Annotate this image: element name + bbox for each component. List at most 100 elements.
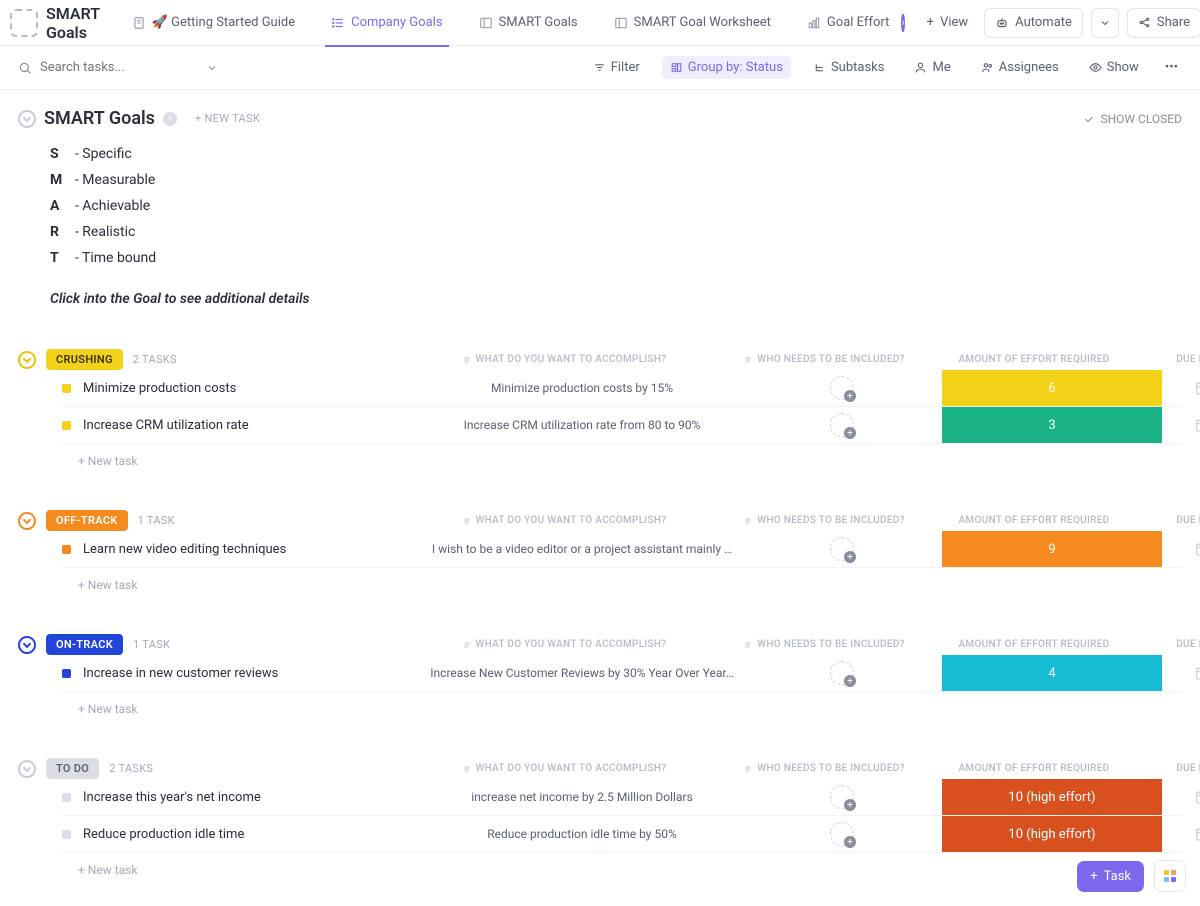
subtasks-icon	[813, 61, 826, 74]
col-due[interactable]: DUE DATE	[1144, 354, 1200, 365]
task-count: 2 TASKS	[109, 762, 153, 775]
status-badge[interactable]: ON-TRACK	[46, 634, 123, 655]
user-icon	[914, 61, 927, 74]
effort-cell[interactable]: 10 (high effort)	[942, 816, 1162, 852]
info-icon[interactable]: i	[163, 112, 177, 126]
status-square-icon	[62, 384, 71, 393]
groupby-chip[interactable]: Group by: Status	[662, 56, 791, 79]
new-task-row[interactable]: + New task	[44, 444, 1182, 468]
task-row[interactable]: Minimize production costs Minimize produ…	[62, 370, 1182, 407]
tab-smart-goals[interactable]: SMART Goals	[465, 0, 592, 46]
task-name: Reduce production idle time	[83, 827, 244, 842]
col-due[interactable]: DUE DATE	[1144, 515, 1200, 526]
apps-button[interactable]	[1154, 860, 1186, 892]
more-menu[interactable]: •••	[1161, 56, 1182, 79]
effort-cell[interactable]: 4	[942, 655, 1162, 691]
list-title[interactable]: SMART Goals	[44, 108, 155, 129]
due-date-cell[interactable]	[1162, 826, 1200, 842]
assignee-add[interactable]	[830, 822, 854, 846]
new-task-fab[interactable]: + Task	[1077, 861, 1144, 892]
list-icon	[331, 16, 345, 30]
task-row[interactable]: Learn new video editing techniques I wis…	[62, 531, 1182, 568]
due-date-cell[interactable]	[1162, 665, 1200, 681]
new-task-row[interactable]: + New task	[44, 692, 1182, 716]
task-row[interactable]: Increase CRM utilization rate Increase C…	[62, 407, 1182, 444]
show-chip[interactable]: Show	[1081, 56, 1147, 79]
search-box[interactable]	[18, 60, 218, 75]
tab-company-goals[interactable]: Company Goals	[317, 0, 456, 46]
due-date-cell[interactable]	[1162, 541, 1200, 557]
newtask-header[interactable]: + NEW TASK	[195, 112, 260, 125]
board-icon	[614, 16, 628, 30]
eye-icon	[1089, 61, 1102, 74]
chevron-down-icon[interactable]	[206, 62, 218, 74]
effort-cell[interactable]: 10 (high effort)	[942, 779, 1162, 815]
col-effort[interactable]: AMOUNT OF EFFORT REQUIRED	[924, 763, 1144, 774]
task-count: 2 TASKS	[133, 353, 177, 366]
col-accomplish[interactable]: WHAT DO YOU WANT TO ACCOMPLISH?	[404, 354, 724, 365]
due-date-cell[interactable]	[1162, 789, 1200, 805]
tab-goal-worksheet[interactable]: SMART Goal Worksheet	[600, 0, 785, 46]
task-accomplish: Increase CRM utilization rate from 80 to…	[422, 418, 742, 432]
col-due[interactable]: DUE DATE	[1144, 763, 1200, 774]
task-row[interactable]: Reduce production idle time Reduce produ…	[62, 816, 1182, 853]
plus-icon: +	[927, 15, 934, 30]
collapse-list-icon[interactable]	[18, 110, 36, 128]
assignee-add[interactable]	[830, 413, 854, 437]
collapse-group-icon[interactable]	[18, 760, 36, 778]
task-row[interactable]: Increase in new customer reviews Increas…	[62, 655, 1182, 692]
collapse-group-icon[interactable]	[18, 351, 36, 369]
new-task-row[interactable]: + New task	[44, 568, 1182, 592]
doc-icon	[132, 16, 146, 30]
col-effort[interactable]: AMOUNT OF EFFORT REQUIRED	[924, 515, 1144, 526]
workspace-icon[interactable]	[10, 9, 38, 37]
add-view[interactable]: + View	[913, 0, 983, 46]
tab-getting-started[interactable]: 🚀 Getting Started Guide	[118, 0, 309, 46]
effort-cell[interactable]: 9	[942, 531, 1162, 567]
col-who[interactable]: WHO NEEDS TO BE INCLUDED?	[724, 763, 924, 774]
task-count: 1 TASK	[133, 638, 170, 651]
due-date-cell[interactable]	[1162, 417, 1200, 433]
col-who[interactable]: WHO NEEDS TO BE INCLUDED?	[724, 354, 924, 365]
effort-cell[interactable]: 6	[942, 370, 1162, 406]
status-badge[interactable]: TO DO	[46, 758, 99, 779]
tab-goal-effort[interactable]: Goal Effort	[793, 0, 903, 46]
show-closed[interactable]: SHOW CLOSED	[1083, 112, 1182, 126]
automate-button[interactable]: Automate	[984, 8, 1083, 38]
status-square-icon	[62, 830, 71, 839]
assignee-add[interactable]	[830, 661, 854, 685]
assignee-add[interactable]	[830, 785, 854, 809]
col-accomplish[interactable]: WHAT DO YOU WANT TO ACCOMPLISH?	[404, 515, 724, 526]
effort-cell[interactable]: 3	[942, 407, 1162, 443]
status-square-icon	[62, 545, 71, 554]
filter-chip[interactable]: Filter	[585, 56, 648, 79]
status-square-icon	[62, 793, 71, 802]
assignee-add[interactable]	[830, 376, 854, 400]
status-badge[interactable]: CRUSHING	[46, 349, 123, 370]
workspace-title[interactable]: SMART Goals	[46, 4, 100, 42]
me-chip[interactable]: Me	[906, 56, 958, 79]
subtasks-chip[interactable]: Subtasks	[805, 56, 893, 79]
share-button[interactable]: Share	[1127, 8, 1200, 38]
task-row[interactable]: Increase this year's net income increase…	[62, 779, 1182, 816]
assignees-chip[interactable]: Assignees	[973, 56, 1067, 79]
search-input[interactable]	[40, 60, 170, 75]
task-name: Increase CRM utilization rate	[83, 418, 249, 433]
col-accomplish[interactable]: WHAT DO YOU WANT TO ACCOMPLISH?	[404, 639, 724, 650]
automate-dropdown[interactable]	[1091, 8, 1119, 38]
assignee-add[interactable]	[830, 537, 854, 561]
col-effort[interactable]: AMOUNT OF EFFORT REQUIRED	[924, 354, 1144, 365]
col-who[interactable]: WHO NEEDS TO BE INCLUDED?	[724, 639, 924, 650]
col-accomplish[interactable]: WHAT DO YOU WANT TO ACCOMPLISH?	[404, 763, 724, 774]
task-accomplish: Reduce production idle time by 50%	[422, 827, 742, 841]
topbar: SMART Goals 🚀 Getting Started Guide Comp…	[0, 0, 1200, 46]
new-task-row[interactable]: + New task	[44, 853, 1182, 877]
status-badge[interactable]: OFF-TRACK	[46, 510, 128, 531]
col-due[interactable]: DUE DATE	[1144, 639, 1200, 650]
collapse-group-icon[interactable]	[18, 636, 36, 654]
col-who[interactable]: WHO NEEDS TO BE INCLUDED?	[724, 515, 924, 526]
col-effort[interactable]: AMOUNT OF EFFORT REQUIRED	[924, 639, 1144, 650]
board-icon	[479, 16, 493, 30]
collapse-group-icon[interactable]	[18, 512, 36, 530]
due-date-cell[interactable]	[1162, 380, 1200, 396]
